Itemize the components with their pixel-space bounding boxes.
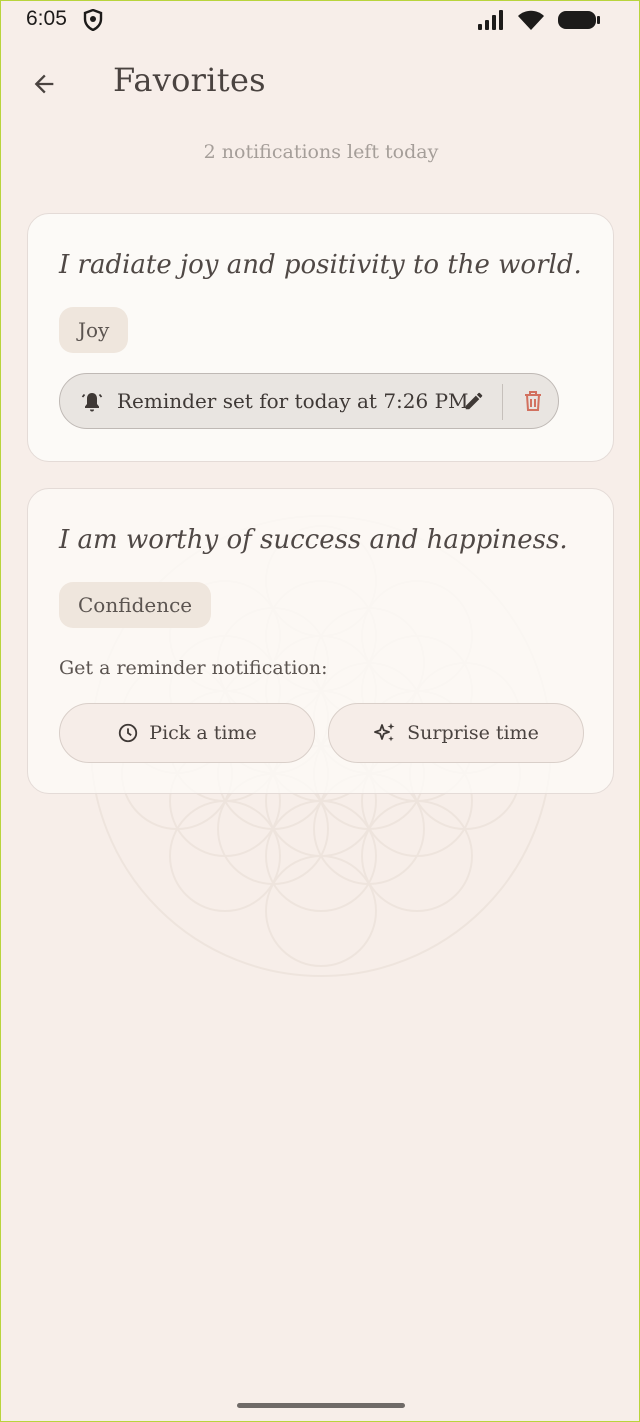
category-tag[interactable]: Confidence: [59, 582, 212, 628]
reminder-prompt: Get a reminder notification:: [59, 657, 328, 679]
status-icons: [477, 9, 601, 35]
notifications-left-text: 2 notifications left today: [203, 141, 439, 163]
pick-time-button[interactable]: Pick a time: [59, 703, 315, 763]
pencil-icon[interactable]: [463, 390, 485, 416]
shield-icon: [83, 8, 103, 35]
favorite-card: I am worthy of success and happiness. Co…: [27, 488, 614, 794]
page-title: Favorites: [113, 61, 266, 99]
bell-ringing-icon: [80, 390, 104, 418]
arrow-left-icon: [34, 74, 54, 94]
clock-icon: [119, 723, 138, 743]
pick-time-label: Pick a time: [149, 722, 257, 744]
sparkles-icon: [374, 723, 395, 742]
status-time: 6:05: [26, 7, 67, 30]
wifi-icon: [517, 9, 545, 35]
pill-divider: [502, 384, 503, 420]
affirmation-text: I radiate joy and positivity to the worl…: [59, 250, 582, 280]
affirmation-text: I am worthy of success and happiness.: [59, 525, 568, 555]
surprise-time-label: Surprise time: [407, 722, 539, 744]
surprise-time-button[interactable]: Surprise time: [328, 703, 584, 763]
reminder-pill[interactable]: Reminder set for today at 7:26 PM: [59, 373, 559, 429]
battery-icon: [557, 9, 601, 35]
app-bar: Favorites: [1, 53, 640, 113]
home-indicator[interactable]: [237, 1403, 405, 1408]
signal-icon: [477, 9, 505, 35]
favorite-card: I radiate joy and positivity to the worl…: [27, 213, 614, 462]
trash-icon[interactable]: [522, 389, 544, 417]
status-bar: 6:05: [1, 1, 640, 39]
back-button[interactable]: [23, 63, 65, 105]
reminder-text: Reminder set for today at 7:26 PM: [117, 389, 469, 413]
category-tag[interactable]: Joy: [59, 307, 129, 353]
